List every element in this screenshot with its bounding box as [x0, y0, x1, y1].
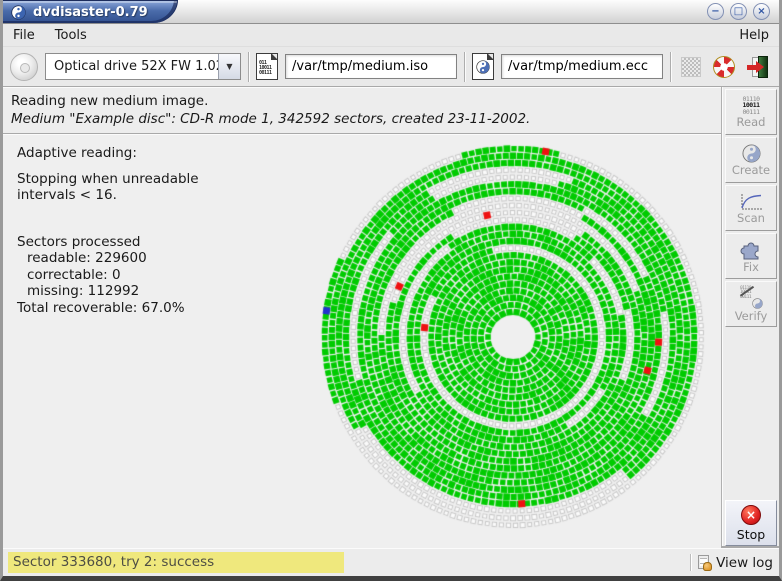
- missing-stat: missing: 112992: [17, 283, 199, 300]
- content-row: Reading new medium image. Medium "Exampl…: [3, 87, 779, 548]
- ecc-file-input[interactable]: [501, 54, 663, 79]
- create-label: Create: [732, 164, 770, 176]
- scan-label: Scan: [737, 212, 765, 224]
- read-label: Read: [737, 116, 766, 128]
- stop-button[interactable]: × Stop: [725, 500, 777, 546]
- binary-icon: 01110 10011 00111: [742, 96, 759, 116]
- titlebar-drag-area[interactable]: [178, 0, 707, 23]
- readable-stat: readable: 229600: [17, 250, 199, 267]
- preferences-icon: [681, 57, 701, 77]
- help-button[interactable]: [711, 53, 737, 81]
- toolbar-separator: [464, 52, 465, 82]
- lifebuoy-icon: [713, 56, 735, 78]
- drive-selector-value: Optical drive 52X FW 1.02: [46, 54, 218, 79]
- action-sidebar: 01110 10011 00111 Read Create: [721, 87, 779, 548]
- drive-selector[interactable]: Optical drive 52X FW 1.02 ▼: [45, 53, 241, 80]
- stop-icon: ×: [741, 505, 761, 525]
- toolbar: Optical drive 52X FW 1.02 ▼ 011 10011 00…: [3, 47, 779, 87]
- app-window: dvdisaster-0.79 − □ × File Tools Help Op…: [0, 0, 782, 581]
- chevron-down-icon[interactable]: ▼: [218, 54, 240, 79]
- stop-label: Stop: [737, 527, 765, 542]
- scan-button[interactable]: Scan: [725, 185, 777, 231]
- view-log-button[interactable]: View log: [698, 555, 773, 571]
- iso-file-input[interactable]: [285, 54, 457, 79]
- close-button[interactable]: ×: [753, 3, 770, 20]
- toolbar-separator: [248, 52, 249, 82]
- statusbar-separator: [690, 554, 691, 571]
- titlebar: dvdisaster-0.79 − □ ×: [3, 0, 779, 24]
- menu-help[interactable]: Help: [729, 25, 779, 46]
- verify-button[interactable]: 01110 10011 00111 Verify: [725, 281, 777, 327]
- fix-label: Fix: [743, 261, 759, 273]
- create-yinyang-icon: [742, 144, 761, 163]
- create-button[interactable]: Create: [725, 137, 777, 183]
- minimize-button[interactable]: −: [707, 3, 724, 20]
- iso-icon-row: 00111: [259, 71, 277, 76]
- preferences-button[interactable]: [678, 53, 704, 81]
- statusbar: Sector 333680, try 2: success View log: [3, 548, 779, 576]
- sectors-processed-label: Sectors processed: [17, 234, 199, 251]
- titlebar-tab[interactable]: dvdisaster-0.79: [3, 0, 178, 23]
- scan-curve-icon: [739, 193, 763, 211]
- view-log-icon: [698, 555, 712, 571]
- fix-button[interactable]: Fix: [725, 233, 777, 279]
- reading-mode-label: Adaptive reading:: [17, 145, 199, 162]
- status-line2: Medium "Example disc": CD-R mode 1, 3425…: [11, 111, 721, 127]
- stopping-line1: Stopping when unreadable: [17, 171, 199, 188]
- exit-door-icon: [745, 55, 769, 79]
- status-line1: Reading new medium image.: [11, 93, 721, 109]
- maximize-button[interactable]: □: [730, 3, 747, 20]
- ecc-yinyang-icon: [476, 60, 490, 74]
- ecc-file-icon: [472, 53, 494, 80]
- menu-tools[interactable]: Tools: [45, 25, 97, 46]
- verify-label: Verify: [735, 310, 768, 322]
- app-yinyang-icon: [11, 5, 26, 20]
- quit-button[interactable]: [744, 53, 770, 81]
- verify-icon: 01110 10011 00111: [739, 287, 763, 309]
- view-log-label: View log: [716, 555, 773, 571]
- puzzle-piece-icon: [740, 240, 762, 260]
- total-recoverable-stat: Total recoverable: 67.0%: [17, 300, 199, 317]
- iso-image-icon: 011 10011 00111: [256, 53, 278, 80]
- optical-disc-icon: [10, 53, 38, 81]
- correctable-stat: correctable: 0: [17, 267, 199, 284]
- menubar: File Tools Help: [3, 24, 779, 47]
- reading-info-panel: Adaptive reading: Stopping when unreadab…: [17, 145, 199, 316]
- stopping-line2: intervals < 16.: [17, 187, 199, 204]
- status-header: Reading new medium image. Medium "Exampl…: [3, 87, 721, 134]
- toolbar-separator: [670, 52, 671, 82]
- status-message: Sector 333680, try 2: success: [8, 552, 344, 573]
- menu-file[interactable]: File: [3, 25, 45, 46]
- read-button[interactable]: 01110 10011 00111 Read: [725, 89, 777, 135]
- window-title: dvdisaster-0.79: [33, 5, 148, 20]
- reading-visualization-area: Adaptive reading: Stopping when unreadab…: [3, 134, 721, 548]
